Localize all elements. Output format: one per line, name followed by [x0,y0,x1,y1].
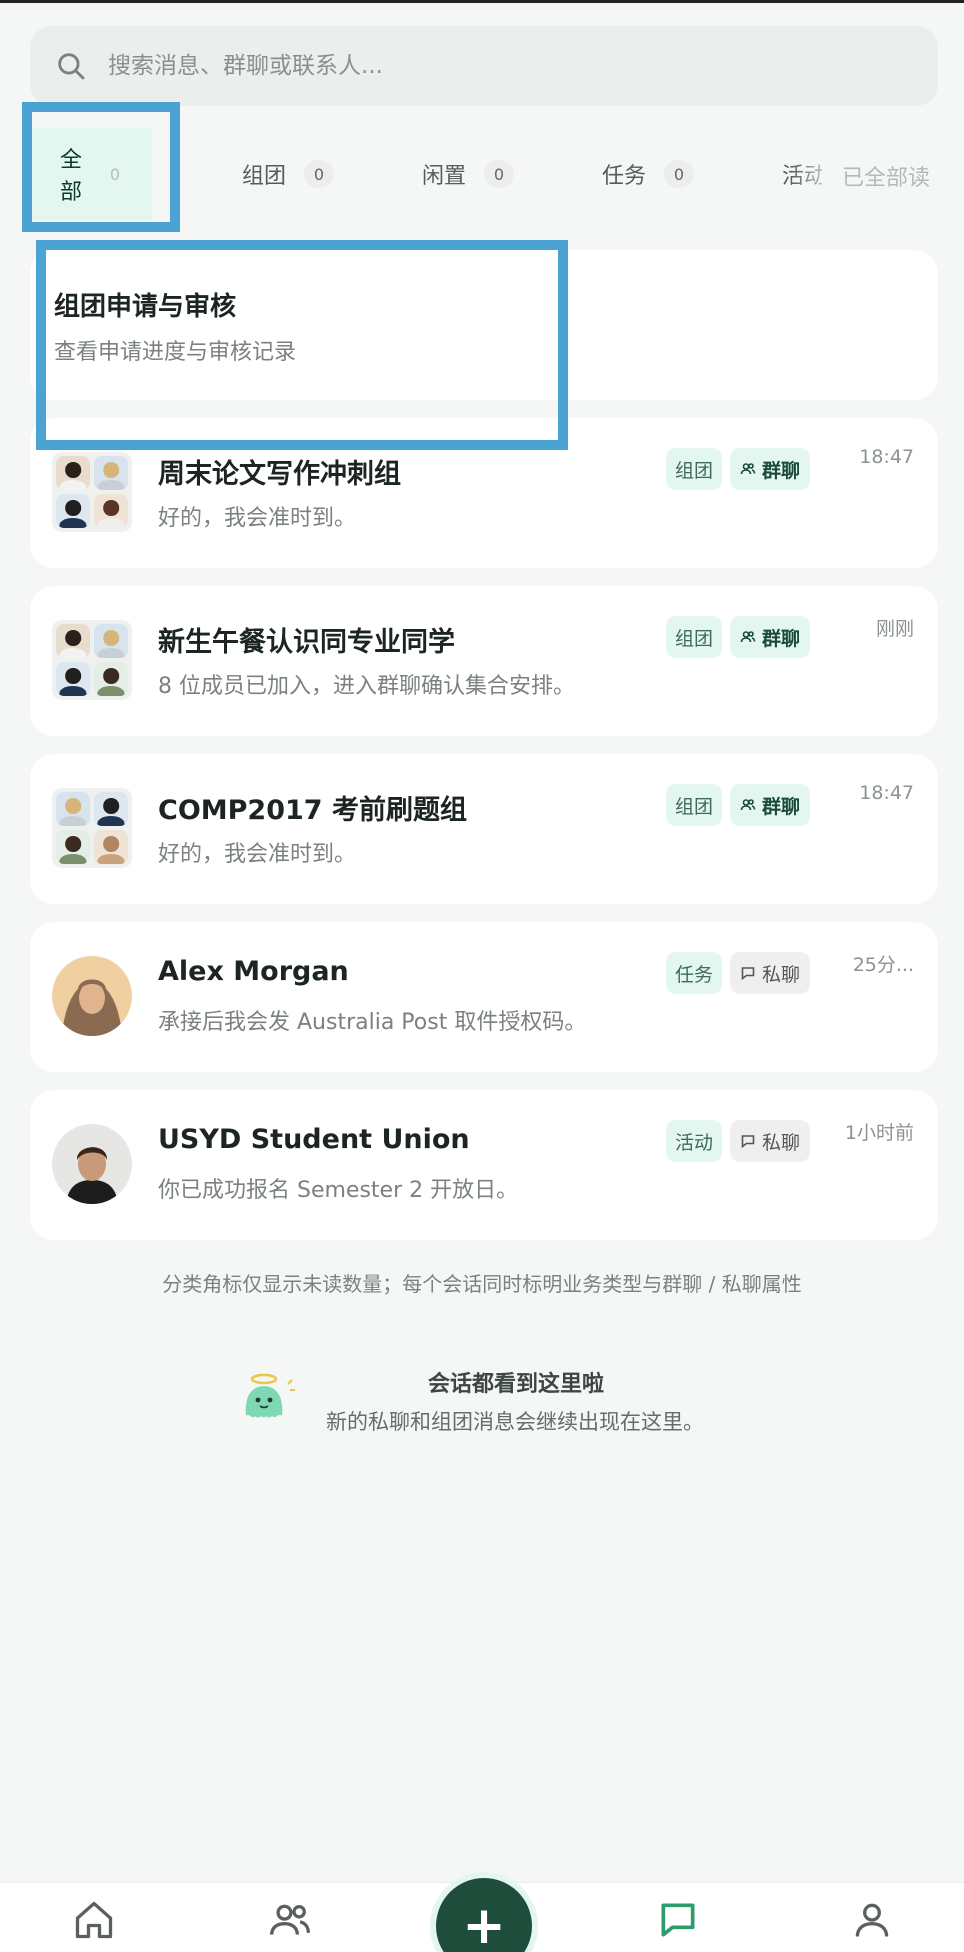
tag-label: 群聊 [761,627,800,650]
conversation-preview: 8 位成员已加入，进入群聊确认集合安排。 [158,674,575,699]
private-chat-tag: 私聊 [730,1120,810,1162]
category-footnote: 分类角标仅显示未读数量；每个会话同时标明业务类型与群聊 / 私聊属性 [162,1272,802,1296]
conversation-item[interactable]: COMP2017 考前刷题组 好的，我会准时到。 组团 群聊 18:47 [30,754,938,904]
person-avatar [52,1124,132,1204]
search-icon [58,53,85,80]
group-icon [740,463,756,475]
home-icon[interactable] [72,1898,116,1942]
group-icon [740,799,756,811]
tab-all[interactable]: 全部 0 [32,128,152,220]
unread-badge: 0 [664,160,695,188]
tab-label: 闲置 [422,164,467,189]
group-icon [740,631,756,643]
tag-label: 群聊 [761,459,800,482]
conversation-item[interactable]: USYD Student Union 你已成功报名 Semester 2 开放日… [30,1090,938,1240]
group-chat-tag: 群聊 [730,616,810,658]
group-avatar [52,620,132,700]
mark-all-read-button[interactable]: 已全部读 [842,160,930,192]
timestamp: 刚刚 [875,618,914,640]
chat-bubble-icon [741,967,755,981]
profile-icon[interactable] [850,1898,894,1942]
conversation-item[interactable]: Alex Morgan 承接后我会发 Australia Post 取件授权码。… [30,922,938,1072]
conversation-item[interactable]: 周末论文写作冲刺组 好的，我会准时到。 组团 群聊 18:47 [30,418,938,568]
messages-page: 全部 0 组团 0 闲置 0 任务 0 活动 已全部读 组团申请与审核 查看申请… [0,0,964,1952]
review-card-subtitle: 查看申请进度与审核记录 [54,340,297,365]
end-state-title: 会话都看到这里啦 [428,1372,605,1397]
tab-label: 全部 [60,148,83,205]
conversation-preview: 你已成功报名 Semester 2 开放日。 [158,1178,519,1203]
search-bar[interactable] [30,26,938,106]
business-tag: 组团 [666,616,722,658]
business-tag: 活动 [666,1120,722,1162]
top-divider [0,0,964,3]
group-chat-tag: 群聊 [730,448,810,490]
tag-label: 群聊 [761,795,800,818]
search-input[interactable] [108,53,868,79]
conversation-item[interactable]: 新生午餐认识同专业同学 8 位成员已加入，进入群聊确认集合安排。 组团 群聊 刚… [30,586,938,736]
tag-label: 私聊 [761,1131,800,1154]
conversation-name: 周末论文写作冲刺组 [158,459,401,490]
tab-idle[interactable]: 闲置 0 [422,128,515,220]
unread-badge: 0 [304,160,335,188]
person-avatar-image [52,956,132,1036]
conversation-name: USYD Student Union [158,1124,470,1155]
conversation-name: COMP2017 考前刷题组 [158,795,467,826]
timestamp: 1小时前 [844,1122,914,1144]
tab-group[interactable]: 组团 0 [242,128,335,220]
group-avatar [52,452,132,532]
people-icon[interactable] [268,1898,312,1942]
business-tag: 组团 [666,448,722,490]
business-tag: 组团 [666,784,722,826]
conversation-preview: 承接后我会发 Australia Post 取件授权码。 [158,1010,587,1035]
review-card[interactable]: 组团申请与审核 查看申请进度与审核记录 [30,250,938,400]
tab-task[interactable]: 任务 0 [602,128,695,220]
tab-label: 组团 [242,164,287,189]
tab-label: 任务 [602,164,647,189]
end-state-subtitle: 新的私聊和组团消息会继续出现在这里。 [326,1410,704,1434]
review-card-title: 组团申请与审核 [54,292,237,322]
person-avatar [52,956,132,1036]
person-avatar-image [52,1124,132,1204]
unread-badge: 0 [109,164,121,184]
conversation-preview: 好的，我会准时到。 [158,842,357,867]
chat-icon[interactable] [656,1898,700,1942]
conversation-name: Alex Morgan [158,956,349,987]
conversation-name: 新生午餐认识同专业同学 [158,627,455,658]
conversation-preview: 好的，我会准时到。 [158,506,357,531]
timestamp: 18:47 [859,782,914,804]
group-avatar [52,788,132,868]
mascot-icon [245,1373,295,1418]
group-chat-tag: 群聊 [730,784,810,826]
unread-badge: 0 [484,160,515,188]
timestamp: 18:47 [859,446,914,468]
private-chat-tag: 私聊 [730,952,810,994]
business-tag: 任务 [666,952,722,994]
tag-label: 私聊 [761,963,800,986]
timestamp: 25分... [852,954,914,976]
chat-bubble-icon [741,1135,755,1149]
